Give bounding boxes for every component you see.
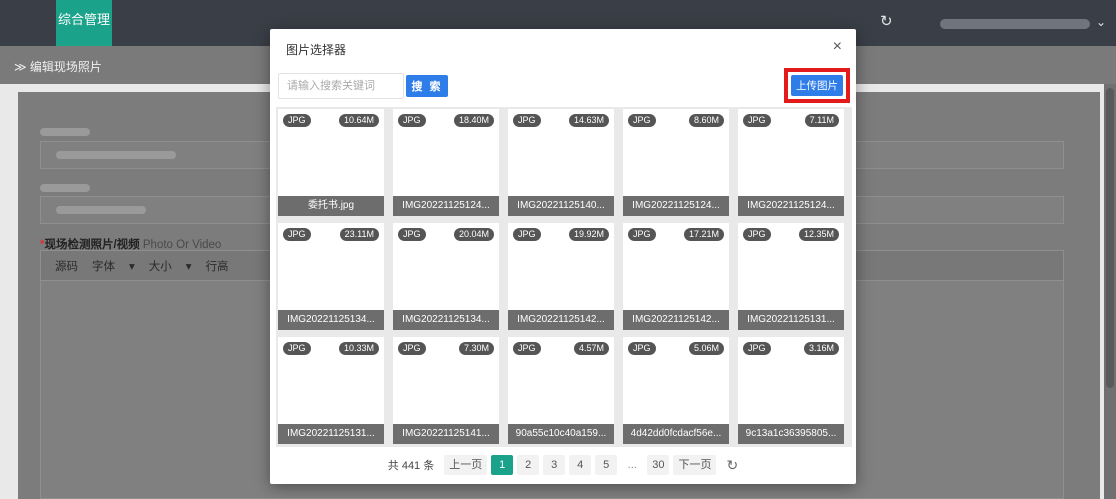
blurred-label: [40, 128, 90, 136]
image-file-name: IMG20221125142...: [508, 310, 614, 330]
image-card[interactable]: JPG 10.33M IMG20221125131...: [278, 337, 384, 444]
file-size-badge: 10.33M: [338, 342, 379, 355]
refresh-icon[interactable]: ↻: [880, 12, 893, 30]
file-size-badge: 19.92M: [568, 228, 609, 241]
file-type-badge: JPG: [283, 114, 311, 127]
image-file-name: 90a55c10c40a159...: [508, 424, 614, 444]
file-type-badge: JPG: [398, 114, 426, 127]
file-size-badge: 23.11M: [339, 228, 379, 241]
image-file-name: IMG20221125124...: [393, 196, 499, 216]
file-size-badge: 17.21M: [683, 228, 724, 241]
image-card[interactable]: JPG 12.35M IMG20221125131...: [738, 223, 844, 330]
file-size-badge: 18.40M: [453, 114, 494, 127]
page-number-button[interactable]: 1: [491, 455, 514, 475]
file-type-badge: JPG: [743, 228, 771, 241]
image-card[interactable]: JPG 5.06M 4d42dd0fcdacf56e...: [623, 337, 729, 444]
breadcrumb: ≫ 编辑现场照片: [14, 60, 102, 74]
image-grid: JPG 10.64M 委托书.jpg JPG 18.40M IMG20221125124.…: [276, 107, 852, 447]
file-size-badge: 5.06M: [688, 342, 724, 355]
image-file-name: IMG20221125141...: [393, 424, 499, 444]
image-card[interactable]: JPG 18.40M IMG20221125124...: [393, 109, 499, 216]
editor-toolbar-item[interactable]: 大小: [149, 258, 172, 274]
image-file-name: IMG20221125134...: [278, 310, 384, 330]
file-type-badge: JPG: [283, 228, 311, 241]
pagination: 共 441 条上一页 1 2 3 4 5... 30 下一页 ↻: [270, 453, 856, 477]
page-number-button[interactable]: 5: [595, 455, 618, 475]
page-scrollbar[interactable]: [1104, 84, 1116, 499]
blurred-label: [40, 184, 90, 192]
image-card[interactable]: JPG 7.30M IMG20221125141...: [393, 337, 499, 444]
file-type-badge: JPG: [513, 342, 541, 355]
file-type-badge: JPG: [513, 228, 541, 241]
editor-toolbar-item[interactable]: 源码: [55, 258, 78, 274]
image-card[interactable]: JPG 23.11M IMG20221125134...: [278, 223, 384, 330]
editor-toolbar-item[interactable]: ▾: [129, 259, 135, 273]
image-picker-modal: 图片选择器 × 搜 索 上传图片 JPG 10.64M 委托书.jpg JPG 18.4…: [270, 29, 856, 484]
image-file-name: IMG20221125142...: [623, 310, 729, 330]
blurred-value: [56, 151, 176, 159]
upload-image-button[interactable]: 上传图片: [791, 75, 843, 96]
next-page-button[interactable]: 下一页: [673, 455, 717, 475]
page-number-button[interactable]: 2: [517, 455, 540, 475]
editor-toolbar-item[interactable]: 行高: [206, 258, 229, 274]
editor-toolbar-item[interactable]: 字体: [92, 258, 115, 274]
image-file-name: IMG20221125134...: [393, 310, 499, 330]
file-type-badge: JPG: [743, 342, 771, 355]
close-icon[interactable]: ×: [833, 39, 842, 55]
image-card[interactable]: JPG 14.63M IMG20221125140...: [508, 109, 614, 216]
image-card[interactable]: JPG 10.64M 委托书.jpg: [278, 109, 384, 216]
image-card[interactable]: JPG 19.92M IMG20221125142...: [508, 223, 614, 330]
file-size-badge: 4.57M: [573, 342, 609, 355]
page-number-button[interactable]: 3: [543, 455, 566, 475]
file-type-badge: JPG: [628, 114, 656, 127]
reload-icon[interactable]: ↻: [726, 457, 738, 474]
file-size-badge: 12.35M: [798, 228, 839, 241]
image-card[interactable]: JPG 7.11M IMG20221125124...: [738, 109, 844, 216]
image-card[interactable]: JPG 8.60M IMG20221125124...: [623, 109, 729, 216]
user-name-blurred[interactable]: [940, 19, 1090, 29]
scrollbar-thumb[interactable]: [1106, 88, 1114, 388]
file-type-badge: JPG: [398, 342, 426, 355]
file-size-badge: 7.11M: [804, 114, 839, 127]
file-size-badge: 10.64M: [338, 114, 379, 127]
upload-highlight-box: 上传图片: [784, 68, 850, 103]
image-file-name: 4d42dd0fcdacf56e...: [623, 424, 729, 444]
blurred-value: [56, 206, 146, 214]
file-type-badge: JPG: [513, 114, 541, 127]
image-card[interactable]: JPG 3.16M 9c13a1c36395805...: [738, 337, 844, 444]
image-file-name: IMG20221125131...: [278, 424, 384, 444]
file-type-badge: JPG: [628, 228, 656, 241]
modal-title: 图片选择器: [286, 43, 347, 57]
file-size-badge: 3.16M: [803, 342, 839, 355]
image-file-name: IMG20221125124...: [738, 196, 844, 216]
image-card[interactable]: JPG 4.57M 90a55c10c40a159...: [508, 337, 614, 444]
chevron-down-icon[interactable]: ⌄: [1096, 15, 1106, 29]
pagination-ellipsis: ...: [627, 459, 637, 471]
file-size-badge: 20.04M: [453, 228, 494, 241]
image-card[interactable]: JPG 17.21M IMG20221125142...: [623, 223, 729, 330]
page-number-button[interactable]: 4: [569, 455, 592, 475]
file-type-badge: JPG: [283, 342, 311, 355]
file-type-badge: JPG: [398, 228, 426, 241]
file-size-badge: 8.60M: [688, 114, 724, 127]
image-file-name: 委托书.jpg: [278, 196, 384, 216]
image-file-name: IMG20221125140...: [508, 196, 614, 216]
image-file-name: IMG20221125124...: [623, 196, 729, 216]
file-size-badge: 14.63M: [568, 114, 609, 127]
search-button[interactable]: 搜 索: [406, 75, 448, 97]
total-count: 共 441 条: [387, 460, 435, 472]
file-size-badge: 7.30M: [458, 342, 494, 355]
image-card[interactable]: JPG 20.04M IMG20221125134...: [393, 223, 499, 330]
image-file-name: IMG20221125131...: [738, 310, 844, 330]
page-number-button[interactable]: 30: [647, 455, 670, 475]
editor-toolbar-item[interactable]: ▾: [186, 259, 192, 273]
search-input[interactable]: [278, 73, 404, 99]
brand-tab[interactable]: 综合管理: [56, 0, 112, 46]
file-type-badge: JPG: [628, 342, 656, 355]
image-file-name: 9c13a1c36395805...: [738, 424, 844, 444]
modal-header: 图片选择器 ×: [270, 29, 856, 65]
file-type-badge: JPG: [743, 114, 771, 127]
prev-page-button[interactable]: 上一页: [444, 455, 488, 475]
